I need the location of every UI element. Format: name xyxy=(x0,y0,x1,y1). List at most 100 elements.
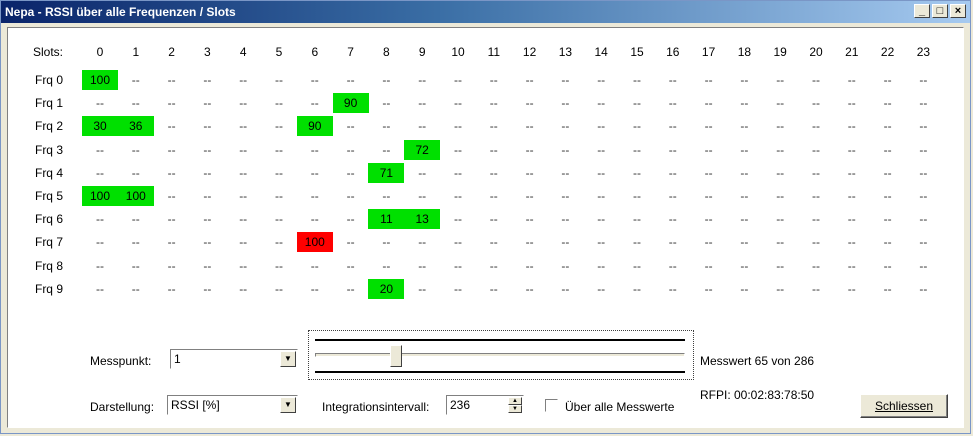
chevron-down-icon[interactable]: ▼ xyxy=(280,351,296,367)
rssi-cell-active: 100 xyxy=(82,186,118,206)
slot-header: 3 xyxy=(204,45,211,59)
rssi-cell-empty: -- xyxy=(847,119,856,134)
schliessen-button[interactable]: Schliessen xyxy=(860,394,948,418)
rssi-cell-empty: -- xyxy=(883,119,892,134)
rssi-cell-empty: -- xyxy=(239,142,248,157)
freq-row-label: Frq 7 xyxy=(34,235,63,250)
rssi-cell-empty: -- xyxy=(275,258,283,273)
rssi-cell-active: 71 xyxy=(368,162,405,183)
rssi-cell-empty: -- xyxy=(525,258,534,273)
rssi-cell-empty: -- xyxy=(489,189,498,203)
rssi-cell-empty: -- xyxy=(203,258,212,273)
rssi-cell-empty: -- xyxy=(239,235,248,250)
rssi-cell-empty: -- xyxy=(812,119,820,134)
rssi-cell-empty: -- xyxy=(418,189,427,203)
rssi-cell-empty: -- xyxy=(382,235,391,250)
rssi-cell-empty: -- xyxy=(776,119,785,134)
rssi-cell-active: 90 xyxy=(332,93,369,114)
darstellung-combo[interactable]: RSSI [%] ▼ xyxy=(167,395,298,415)
ueber-alle-checkbox[interactable] xyxy=(545,399,558,412)
rssi-cell-empty: -- xyxy=(454,281,462,296)
rssi-cell-empty: -- xyxy=(740,235,749,250)
rssi-cell-empty: -- xyxy=(454,165,462,180)
rssi-cell-empty: -- xyxy=(310,165,319,180)
rssi-cell-empty: -- xyxy=(454,212,462,227)
rssi-cell-empty: -- xyxy=(704,73,713,87)
rssi-cell-empty: -- xyxy=(96,258,104,273)
rssi-cell-empty: -- xyxy=(597,212,606,227)
rssi-cell-empty: -- xyxy=(561,96,570,111)
rssi-cell-empty: -- xyxy=(131,258,140,273)
spin-up-icon[interactable]: ▲ xyxy=(508,397,522,405)
rssi-cell-empty: -- xyxy=(633,165,641,180)
rssi-cell-empty: -- xyxy=(131,96,140,111)
freq-row-label: Frq 5 xyxy=(34,189,63,203)
rssi-cell-empty: -- xyxy=(633,258,641,273)
rssi-cell-active: 100 xyxy=(296,232,333,253)
rssi-cell-empty: -- xyxy=(131,142,140,157)
rssi-cell-empty: -- xyxy=(919,142,928,157)
rssi-cell-empty: -- xyxy=(776,142,785,157)
rssi-cell-empty: -- xyxy=(275,73,283,87)
maximize-button[interactable]: □ xyxy=(932,4,948,18)
integration-spinner[interactable]: 236 ▲ ▼ xyxy=(446,395,524,415)
rssi-cell-empty: -- xyxy=(740,281,749,296)
minimize-button[interactable]: _ xyxy=(914,4,930,18)
rssi-cell-empty: -- xyxy=(418,281,427,296)
rssi-cell-empty: -- xyxy=(597,258,606,273)
rssi-cell-empty: -- xyxy=(919,212,928,227)
darstellung-value: RSSI [%] xyxy=(171,398,220,412)
rssi-cell-empty: -- xyxy=(812,73,820,87)
rssi-cell-empty: -- xyxy=(382,258,391,273)
slider-track[interactable] xyxy=(315,353,685,357)
rssi-cell-empty: -- xyxy=(167,73,176,87)
rssi-cell-empty: -- xyxy=(275,281,283,296)
rssi-cell-empty: -- xyxy=(346,258,355,273)
messpunkt-combo[interactable]: 1 ▼ xyxy=(170,349,298,369)
rssi-cell-empty: -- xyxy=(847,73,856,87)
rssi-cell-empty: -- xyxy=(597,73,606,87)
rssi-cell-empty: -- xyxy=(346,189,355,203)
chevron-down-icon[interactable]: ▼ xyxy=(280,397,296,413)
slot-header: 21 xyxy=(845,45,859,59)
close-window-button[interactable]: × xyxy=(950,4,966,18)
rssi-cell-empty: -- xyxy=(275,96,283,111)
darstellung-label: Darstellung: xyxy=(90,400,155,414)
rssi-cell-empty: -- xyxy=(525,142,534,157)
title-bar[interactable]: Nepa - RSSI über alle Frequenzen / Slots… xyxy=(1,1,970,23)
slot-header: 9 xyxy=(418,45,426,59)
rssi-cell-empty: -- xyxy=(203,96,212,111)
slot-header: 14 xyxy=(594,45,608,59)
rssi-cell-empty: -- xyxy=(847,258,856,273)
slot-header: 13 xyxy=(558,45,573,59)
rssi-cell-empty: -- xyxy=(668,258,677,273)
rssi-cell-empty: -- xyxy=(167,189,176,203)
rssi-cell-empty: -- xyxy=(812,165,820,180)
rssi-cell-empty: -- xyxy=(847,165,856,180)
rssi-cell-empty: -- xyxy=(704,189,713,203)
spin-down-icon[interactable]: ▼ xyxy=(508,405,522,413)
slot-header: 5 xyxy=(275,45,283,59)
rssi-cell-empty: -- xyxy=(96,165,104,180)
rssi-cell-empty: -- xyxy=(704,235,713,250)
rssi-cell-empty: -- xyxy=(346,142,355,157)
rssi-cell-empty: -- xyxy=(525,165,534,180)
rssi-cell-empty: -- xyxy=(561,235,570,250)
rssi-cell-empty: -- xyxy=(418,165,427,180)
rssi-cell-empty: -- xyxy=(812,142,820,157)
rssi-cell-empty: -- xyxy=(597,119,606,134)
rssi-cell-empty: -- xyxy=(668,189,677,203)
messpunkt-slider[interactable] xyxy=(308,330,694,380)
slider-thumb[interactable] xyxy=(390,345,403,367)
slot-header: 11 xyxy=(487,45,501,59)
rssi-cell-empty: -- xyxy=(167,142,176,157)
rssi-cell-empty: -- xyxy=(776,165,785,180)
rssi-cell-empty: -- xyxy=(275,119,283,134)
slot-header: 10 xyxy=(451,45,465,59)
rssi-cell-empty: -- xyxy=(668,165,677,180)
rssi-cell-empty: -- xyxy=(418,96,427,111)
rssi-cell-empty: -- xyxy=(131,235,140,250)
rssi-cell-empty: -- xyxy=(597,96,606,111)
rssi-cell-empty: -- xyxy=(346,281,355,296)
rssi-cell-empty: -- xyxy=(633,235,641,250)
